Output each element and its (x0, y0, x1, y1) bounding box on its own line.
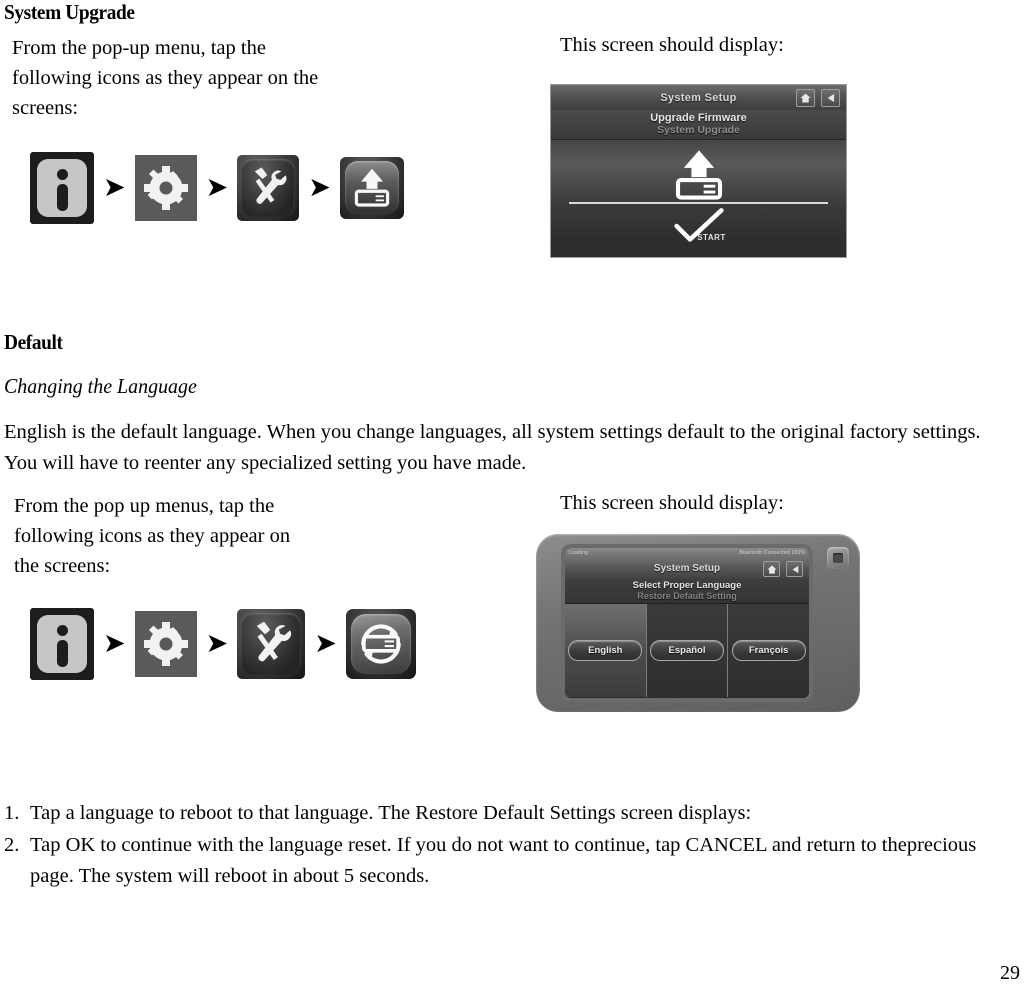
home-icon[interactable] (763, 561, 780, 577)
gear-icon-glyph (135, 155, 197, 221)
screen-menu: Upgrade Firmware System Upgrade (551, 110, 846, 140)
screen-title: System Setup (660, 91, 737, 104)
list-item: 2. Tap OK to continue with the language … (4, 830, 1004, 892)
list-item-number: 1. (4, 802, 20, 824)
system-upgrade-instruction: From the pop-up menu, tap the following … (12, 37, 319, 119)
tools-icon-glyph (241, 159, 296, 217)
screen-menu-sub[interactable]: Restore Default Setting (565, 591, 809, 601)
screen-menu-sub[interactable]: System Upgrade (551, 124, 846, 136)
screen-titlebar-buttons (796, 89, 840, 107)
default-screen-caption: This screen should display: (560, 492, 784, 514)
arrow-icon: ➤ (103, 627, 126, 659)
start-button-label: START (697, 233, 726, 242)
screen-titlebar: System Setup (565, 558, 809, 579)
device-screen-language-setup: Loading Bluetooth Connected 100% System … (565, 548, 809, 698)
default-icon-flow: ➤ ➤ ➤ (30, 608, 416, 680)
section-heading-default: Default (4, 330, 63, 354)
screen-title: System Setup (653, 563, 721, 574)
language-column: Español (646, 604, 729, 697)
gear-icon (134, 611, 197, 677)
info-icon-stem (56, 640, 68, 667)
language-column: English (565, 604, 647, 697)
language-options: English Español François (565, 604, 809, 697)
arrow-icon: ➤ (103, 171, 126, 203)
arrow-icon: ➤ (205, 171, 229, 203)
screen-status-bar: Loading Bluetooth Connected 100% (565, 548, 809, 558)
tools-icon (237, 609, 306, 679)
system-upgrade-icon (339, 157, 404, 219)
document-page: System Upgrade From the pop-up menu, tap… (0, 0, 1036, 991)
screen-divider (569, 202, 828, 204)
home-icon[interactable] (796, 89, 815, 107)
restore-default-icon-glyph (350, 614, 411, 674)
page-number: 29 (1000, 962, 1020, 984)
screen-titlebar: System Setup (551, 85, 846, 110)
info-icon-dot (56, 169, 68, 180)
back-icon[interactable] (786, 561, 803, 577)
restore-default-icon (345, 609, 416, 679)
system-upgrade-icon-flow: ➤ ➤ ➤ (30, 152, 404, 224)
status-right: Bluetooth Connected 100% (739, 550, 805, 556)
language-button-francois[interactable]: François (731, 640, 806, 661)
start-button[interactable]: START (551, 208, 846, 242)
screen-body: START (551, 140, 846, 246)
device-home-button[interactable] (827, 547, 849, 569)
device-home-button-glyph (833, 553, 843, 563)
list-item: 1. Tap a language to reboot to that lang… (4, 798, 1004, 829)
upload-firmware-icon[interactable] (551, 148, 846, 204)
language-column: François (728, 604, 809, 697)
tools-icon-glyph (241, 613, 302, 675)
gear-icon-glyph (135, 611, 197, 677)
subheading-changing-the-language: Changing the Language (4, 374, 197, 398)
language-button-english[interactable]: English (568, 640, 643, 661)
list-item-text: Tap a language to reboot to that languag… (30, 802, 752, 824)
system-upgrade-icon-glyph (344, 161, 399, 214)
screen-titlebar-buttons (763, 561, 803, 577)
arrow-icon: ➤ (314, 627, 337, 659)
info-icon (30, 608, 94, 680)
arrow-icon: ➤ (205, 627, 229, 659)
arrow-icon: ➤ (308, 171, 331, 203)
tools-icon (237, 155, 300, 221)
section-heading-system-upgrade: System Upgrade (4, 0, 135, 24)
info-icon-stem (56, 184, 68, 211)
gear-icon (134, 155, 197, 221)
default-language-paragraph: English is the default language. When yo… (4, 421, 981, 474)
device-frame-language-setup: Loading Bluetooth Connected 100% System … (536, 534, 860, 712)
list-item-text: Tap OK to continue with the language res… (30, 834, 977, 887)
device-bezel: Loading Bluetooth Connected 100% System … (561, 544, 813, 702)
status-left: Loading (569, 550, 589, 556)
info-icon-dot (56, 625, 68, 636)
screen-menu-main[interactable]: Select Proper Language (565, 580, 809, 591)
language-button-espanol[interactable]: Español (650, 640, 724, 661)
device-screen-system-upgrade: System Setup Upgrade Firmware System Upg… (550, 84, 847, 258)
default-steps-list: 1. Tap a language to reboot to that lang… (4, 798, 1004, 893)
default-instruction: From the pop up menus, tap the following… (14, 495, 291, 577)
back-icon[interactable] (821, 89, 840, 107)
screen-menu: Select Proper Language Restore Default S… (565, 579, 809, 604)
info-icon (30, 152, 94, 224)
list-item-number: 2. (4, 834, 20, 856)
screen-menu-main[interactable]: Upgrade Firmware (551, 112, 846, 124)
system-upgrade-screen-caption: This screen should display: (560, 34, 784, 56)
